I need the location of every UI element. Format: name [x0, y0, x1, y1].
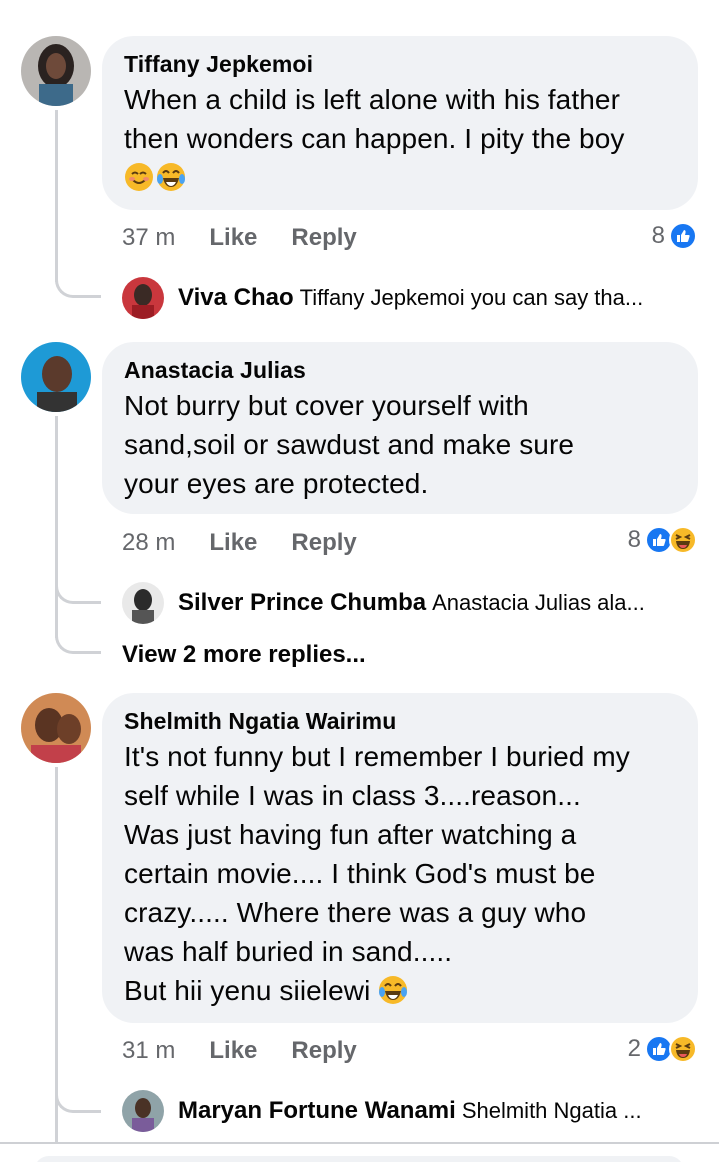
thread-connector — [55, 580, 101, 604]
comment-line: It's not funny but I remember I buried m… — [124, 741, 630, 772]
reply-button[interactable]: Reply — [291, 529, 356, 557]
haha-icon — [669, 526, 697, 554]
smiling-face-icon — [125, 163, 153, 191]
reply-preview[interactable]: Viva Chao Tiffany Jepkemoi you can say t… — [122, 276, 702, 320]
like-button[interactable]: Like — [209, 224, 257, 252]
like-button[interactable]: Like — [209, 529, 257, 557]
comment-line: Not burry but cover yourself with — [124, 390, 529, 421]
thread-connector — [55, 416, 58, 638]
thread-connector — [55, 630, 101, 654]
reply-author[interactable]: Silver Prince Chumba — [178, 589, 426, 617]
comment-line: When a child is left alone with his fath… — [124, 84, 621, 115]
reply-text: Anastacia Julias ala... — [432, 590, 645, 615]
thread-connector — [55, 274, 101, 298]
comment-line: was half buried in sand..... — [124, 936, 453, 967]
thread-connector — [55, 110, 58, 282]
comment-line: then wonders can happen. I pity the boy — [124, 123, 625, 154]
comment-actions: 28 m Like Reply — [122, 525, 391, 561]
comment-line-text: But hii yenu siielewi — [124, 975, 371, 1006]
comment-line: certain movie.... I think God's must be — [124, 858, 596, 889]
comment-bubble: Shelmith Ngatia Wairimu It's not funny b… — [102, 693, 698, 1023]
comment-line: crazy..... Where there was a guy who — [124, 897, 587, 928]
comment-bubble: Anastacia Julias Not burry but cover you… — [102, 342, 698, 514]
avatar[interactable] — [21, 342, 91, 412]
reaction-count: 8 — [651, 222, 665, 249]
reaction-summary[interactable]: 2 — [628, 1031, 697, 1067]
reaction-summary[interactable]: 8 — [652, 218, 697, 254]
reply-text: Tiffany Jepkemoi you can say tha... — [299, 285, 644, 310]
thread-connector — [55, 1089, 101, 1113]
avatar[interactable] — [21, 36, 91, 106]
comment-line: Was just having fun after watching a — [124, 819, 577, 850]
like-button[interactable]: Like — [209, 1037, 257, 1065]
tears-of-joy-icon — [157, 163, 185, 191]
like-icon — [669, 222, 697, 250]
comment-author[interactable]: Anastacia Julias — [124, 356, 676, 384]
tears-of-joy-icon — [379, 976, 408, 1004]
comment-bubble: Tiffany Jepkemoi When a child is left al… — [102, 36, 698, 210]
comment-author[interactable]: Tiffany Jepkemoi — [124, 50, 676, 78]
reaction-count: 8 — [627, 526, 641, 553]
reply-button[interactable]: Reply — [291, 1037, 356, 1065]
view-more-replies-link[interactable]: View 2 more replies... — [122, 641, 366, 669]
reaction-count: 2 — [627, 1035, 641, 1062]
reply-author[interactable]: Maryan Fortune Wanami — [178, 1097, 456, 1125]
comment-text: Not burry but cover yourself with sand,s… — [124, 386, 676, 503]
comment-timestamp[interactable]: 37 m — [122, 224, 175, 252]
comment-line: your eyes are protected. — [124, 468, 429, 499]
reply-text: Shelmith Ngatia ... — [461, 1098, 642, 1123]
reply-author[interactable]: Viva Chao — [178, 284, 294, 312]
comment-input[interactable] — [34, 1156, 684, 1162]
haha-icon — [669, 1035, 697, 1063]
comment-emojis — [124, 158, 676, 197]
comment-text: It's not funny but I remember I buried m… — [124, 737, 676, 1010]
reaction-summary[interactable]: 8 — [628, 522, 697, 558]
comment-timestamp[interactable]: 31 m — [122, 1037, 175, 1065]
comment-text: When a child is left alone with his fath… — [124, 80, 676, 197]
comment-line: self while I was in class 3....reason... — [124, 780, 581, 811]
reply-preview[interactable]: Silver Prince Chumba Anastacia Julias al… — [122, 581, 702, 625]
comment-author[interactable]: Shelmith Ngatia Wairimu — [124, 707, 676, 735]
reply-button[interactable]: Reply — [291, 224, 356, 252]
comment-line: But hii yenu siielewi — [124, 971, 676, 1010]
comment-actions: 31 m Like Reply — [122, 1033, 391, 1069]
avatar[interactable] — [21, 693, 91, 763]
reply-preview[interactable]: Maryan Fortune Wanami Shelmith Ngatia ..… — [122, 1089, 702, 1133]
comment-timestamp[interactable]: 28 m — [122, 529, 175, 557]
comment-actions: 37 m Like Reply — [122, 220, 391, 256]
comment-line: sand,soil or sawdust and make sure — [124, 429, 575, 460]
